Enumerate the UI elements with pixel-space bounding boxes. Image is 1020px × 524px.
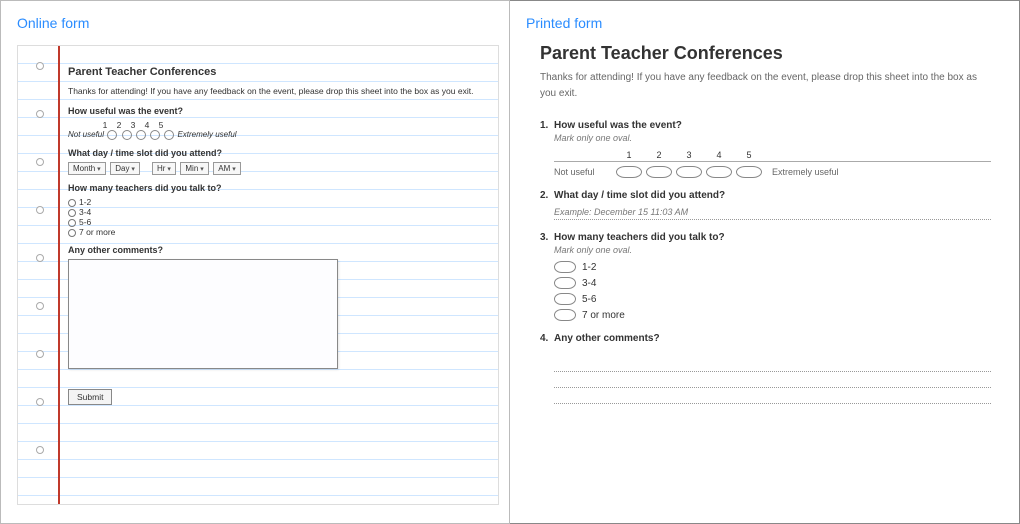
hour-select[interactable]: Hr (152, 162, 176, 175)
q4-label: Any other comments? (554, 333, 660, 344)
q3-radio-4[interactable] (68, 229, 76, 237)
q1-radio-1[interactable] (107, 130, 117, 140)
q3-oval-2 (554, 277, 576, 289)
form-description: Thanks for attending! If you have any fe… (68, 84, 478, 98)
q3-label: How many teachers did you talk to? (554, 232, 725, 243)
q1-label: How useful was the event? (68, 106, 478, 116)
q3-radio-1[interactable] (68, 199, 76, 207)
q1-high-label: Extremely useful (772, 167, 839, 177)
q1-radio-3[interactable] (136, 130, 146, 140)
q2-label: What day / time slot did you attend? (68, 148, 478, 158)
q1-oval-1 (616, 166, 642, 178)
printed-form-pane: Printed form Parent Teacher Conferences … (510, 0, 1020, 524)
q3-opt-1: 1-2 (79, 197, 91, 207)
punch-hole-icon (36, 398, 44, 406)
q1-oval-2 (646, 166, 672, 178)
ampm-select[interactable]: AM (213, 162, 240, 175)
q1-high-label: Extremely useful (177, 130, 236, 139)
q1-hint: Mark only one oval. (554, 133, 991, 143)
q3-label: How many teachers did you talk to? (68, 183, 478, 193)
q1-low-label: Not useful (554, 167, 614, 177)
punch-hole-icon (36, 110, 44, 118)
q1-radio-2[interactable] (122, 130, 132, 140)
q3-radio-3[interactable] (68, 219, 76, 227)
q3-opt-4: 7 or more (79, 227, 115, 237)
q3-hint: Mark only one oval. (554, 245, 991, 255)
q3-oval-1 (554, 261, 576, 273)
min-select[interactable]: Min (180, 162, 208, 175)
q3-opt-3: 5-6 (79, 217, 91, 227)
q3-opt-2: 3-4 (79, 207, 91, 217)
month-select[interactable]: Month (68, 162, 106, 175)
punch-hole-icon (36, 62, 44, 70)
punch-hole-icon (36, 446, 44, 454)
q3-opt-2: 3-4 (582, 278, 596, 289)
form-title: Parent Teacher Conferences (68, 66, 478, 78)
online-form-pane: Online form Parent Teacher Conferences T… (0, 0, 510, 524)
comments-textarea[interactable] (68, 259, 338, 369)
submit-button[interactable]: Submit (68, 389, 112, 405)
comments-lines (554, 356, 991, 404)
q1-oval-5 (736, 166, 762, 178)
punch-hole-icon (36, 158, 44, 166)
q1-low-label: Not useful (68, 130, 104, 139)
q1-oval-3 (676, 166, 702, 178)
day-select[interactable]: Day (110, 162, 140, 175)
printed-form-title: Printed form (510, 1, 1019, 31)
notebook-page: Parent Teacher Conferences Thanks for at… (17, 45, 499, 505)
form-description: Thanks for attending! If you have any fe… (540, 70, 991, 102)
punch-hole-icon (36, 302, 44, 310)
punch-hole-icon (36, 350, 44, 358)
q2-label: What day / time slot did you attend? (554, 190, 725, 201)
q1-radio-4[interactable] (150, 130, 160, 140)
q3-oval-4 (554, 309, 576, 321)
q3-opt-4: 7 or more (582, 310, 625, 321)
q3-opt-3: 5-6 (582, 294, 596, 305)
q3-radio-2[interactable] (68, 209, 76, 217)
q3-oval-3 (554, 293, 576, 305)
q4-label: Any other comments? (68, 245, 478, 255)
q1-label: How useful was the event? (554, 120, 682, 131)
online-form-title: Online form (1, 1, 509, 31)
q1-scale-numbers: 12345 (554, 149, 991, 161)
form-title: Parent Teacher Conferences (540, 43, 991, 64)
punch-hole-icon (36, 254, 44, 262)
punch-hole-icon (36, 206, 44, 214)
q1-scale-numbers: 12345 (68, 120, 478, 130)
printed-page: Parent Teacher Conferences Thanks for at… (524, 39, 1007, 509)
q2-example: Example: December 15 11:03 AM (554, 203, 991, 220)
q1-oval-4 (706, 166, 732, 178)
q3-opt-1: 1-2 (582, 262, 596, 273)
q1-radio-5[interactable] (164, 130, 174, 140)
